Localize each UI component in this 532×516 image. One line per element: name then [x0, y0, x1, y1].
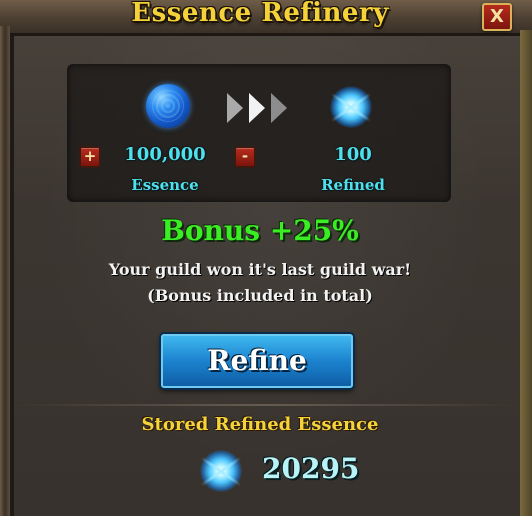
increase-essence-button[interactable]: +	[79, 146, 101, 168]
essence-amount: 100,000	[124, 144, 206, 165]
divider	[10, 404, 520, 406]
title-bar: Essence Refinery X	[0, 0, 532, 36]
decrease-essence-button[interactable]: -	[234, 146, 256, 168]
bonus-reason-text: Your guild won it's last guild war!	[108, 260, 412, 279]
convert-arrows-icon	[227, 93, 291, 123]
arrow-icon	[227, 93, 243, 123]
essence-orb-icon	[146, 84, 190, 128]
essence-label: Essence	[131, 176, 199, 194]
essence-refinery-window: Essence Refinery X + 100,000 - 100 Essen…	[0, 0, 532, 516]
arrow-icon	[249, 93, 265, 123]
bonus-note-text: (Bonus included in total)	[147, 286, 373, 305]
refined-essence-icon	[330, 86, 372, 128]
window-title: Essence Refinery	[131, 0, 389, 28]
refined-label: Refined	[321, 176, 385, 194]
stored-essence-label: Stored Refined Essence	[141, 414, 379, 435]
bonus-text: Bonus +25%	[161, 214, 359, 247]
arrow-icon	[271, 93, 287, 123]
stored-essence-value: 20295	[262, 452, 360, 485]
stored-essence-icon	[200, 450, 242, 492]
window-frame-right	[520, 30, 532, 516]
refine-button[interactable]: Refine	[161, 334, 353, 388]
close-button[interactable]: X	[482, 3, 512, 31]
refined-amount: 100	[334, 144, 372, 165]
